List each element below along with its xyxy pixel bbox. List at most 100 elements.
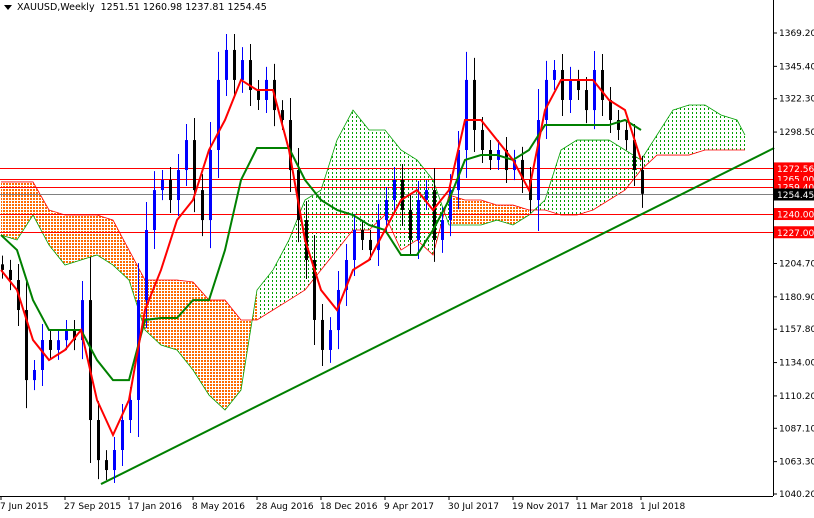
candle-body	[585, 90, 588, 111]
y-tick-label: 1298.50	[779, 128, 814, 138]
candle-body	[385, 200, 388, 221]
y-tick-label: 1040.20	[779, 490, 814, 500]
cloud-segment	[721, 114, 737, 151]
cloud-segment	[481, 200, 497, 225]
x-tick-label: 8 May 2016	[192, 502, 245, 512]
cloud-segment	[33, 181, 49, 246]
price-axis: 1369.20 1345.40 1322.30 1298.50 1204.70 1180.…	[773, 29, 814, 500]
y-tick-label: 1345.40	[779, 62, 814, 72]
candle-body	[33, 369, 36, 381]
x-tick-label: 18 Dec 2016	[320, 502, 378, 512]
candle-body	[201, 190, 204, 221]
cloud-segment	[545, 150, 561, 216]
candle-body	[161, 179, 164, 191]
cloud-segment	[97, 215, 113, 266]
candle-body	[329, 330, 332, 350]
cloud-segment	[577, 140, 593, 216]
cloud-segment	[465, 200, 481, 225]
level-price-label: 1240.00	[777, 211, 814, 221]
candle-body	[361, 230, 364, 240]
time-axis: 7 Jun 2015 27 Sep 2015 17 Jan 2016 8 May 20…	[0, 496, 685, 512]
cloud-segment	[273, 239, 289, 311]
candle-body	[113, 450, 116, 471]
x-tick-label: 11 Mar 2018	[576, 502, 633, 512]
candle-body	[353, 230, 356, 260]
candle-body	[641, 170, 644, 194]
cloud-segment	[561, 140, 577, 216]
candle-body	[241, 60, 244, 80]
candle-body	[257, 90, 260, 100]
candle-body	[609, 99, 612, 121]
cloud-segment	[1, 181, 17, 240]
symbol-label: XAUUSD,Weekly	[17, 2, 95, 13]
candle-body	[1, 264, 4, 270]
candle-body	[57, 340, 60, 350]
cloud-segment	[209, 300, 225, 411]
candle-body	[97, 420, 100, 461]
cloud-segment	[81, 215, 97, 260]
candle-body	[465, 79, 468, 151]
cloud-segment	[641, 135, 657, 171]
candle-body	[49, 340, 52, 350]
candle-body	[545, 79, 548, 121]
candle-body	[625, 129, 628, 141]
level-price-label: 1227.00	[777, 229, 814, 239]
candle-body	[209, 150, 212, 221]
candle-body	[561, 69, 564, 100]
cloud-segment	[257, 269, 273, 320]
candle-body	[233, 49, 236, 80]
cloud-segment	[353, 110, 369, 231]
price-chart[interactable]: 1369.20 1345.40 1322.30 1298.50 1204.70 1180.…	[0, 0, 814, 514]
cloud-segment	[609, 140, 625, 201]
candle-body	[601, 69, 604, 100]
candle-body	[185, 140, 188, 171]
x-tick-label: 27 Sep 2015	[64, 502, 121, 512]
current-price-label: 1254.45	[777, 191, 814, 201]
candle-body	[433, 190, 436, 240]
y-tick-label: 1087.10	[779, 424, 814, 434]
dropdown-triangle-icon[interactable]	[4, 5, 12, 10]
candle-body	[417, 200, 420, 240]
candle-body	[441, 220, 444, 240]
y-tick-label: 1204.70	[779, 260, 814, 270]
candle-body	[473, 79, 476, 130]
candle-body	[169, 179, 172, 201]
cloud-segment	[113, 220, 129, 281]
y-tick-label: 1157.80	[779, 325, 814, 335]
candle-body	[321, 319, 324, 350]
candle-body	[393, 179, 396, 201]
x-tick-label: 1 Jul 2018	[640, 502, 685, 512]
cloud-segment	[337, 110, 353, 251]
candle-body	[593, 69, 596, 111]
x-tick-label: 9 Apr 2017	[384, 502, 434, 512]
x-tick-label: 28 Aug 2016	[256, 502, 314, 512]
cloud-segment	[737, 120, 745, 151]
y-tick-label: 1134.00	[779, 359, 814, 369]
cloud-segment	[65, 215, 81, 266]
candle-body	[401, 179, 404, 210]
cloud-segment	[161, 280, 177, 350]
chart-title: XAUUSD,Weekly 1251.51 1260.98 1237.81 12…	[4, 2, 267, 13]
y-tick-label: 1180.90	[779, 293, 814, 303]
cloud-segment	[17, 181, 33, 240]
cloud-segment	[193, 281, 209, 396]
candle-body	[409, 209, 412, 240]
x-tick-label: 19 Nov 2017	[512, 502, 570, 512]
candle-body	[425, 190, 428, 201]
x-tick-label: 7 Jun 2015	[0, 502, 48, 512]
candle-body	[41, 340, 44, 370]
cloud-segment	[177, 280, 193, 370]
chart-window[interactable]: 1369.20 1345.40 1322.30 1298.50 1204.70 1180.…	[0, 0, 814, 514]
cloud-segment	[657, 110, 673, 156]
candle-body	[65, 330, 68, 341]
cloud-segment	[705, 105, 721, 151]
candle-body	[129, 399, 132, 421]
candle-body	[481, 129, 484, 151]
candle-body	[193, 140, 196, 191]
x-tick-label: 30 Jul 2017	[448, 502, 499, 512]
y-tick-label: 1063.30	[779, 458, 814, 468]
ohlc-values: 1251.51 1260.98 1237.81 1254.45	[100, 2, 267, 13]
candle-body	[577, 79, 580, 91]
x-tick-label: 17 Jan 2016	[128, 502, 182, 512]
y-tick-label: 1322.30	[779, 95, 814, 105]
